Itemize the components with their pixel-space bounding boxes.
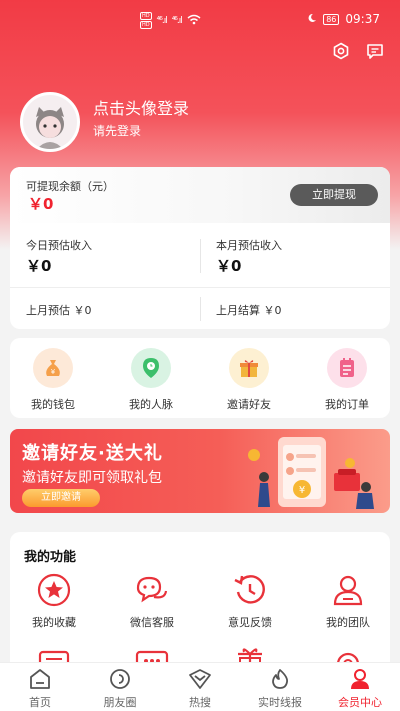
function-label: 我的团队 (326, 616, 370, 629)
tab-member-center[interactable]: 会员中心 (320, 667, 400, 710)
tab-label: 会员中心 (338, 696, 382, 709)
function-label: 意见反馈 (228, 616, 272, 629)
divider (200, 297, 201, 321)
divider (200, 239, 201, 273)
tab-label: 热搜 (189, 696, 211, 709)
hot-search-icon (187, 667, 213, 691)
shortcut-label: 我的钱包 (31, 398, 75, 411)
signal-icon: ⁴⁶.ıl (171, 15, 183, 26)
tab-live-news[interactable]: 实时线报 (240, 667, 320, 710)
status-bar: HD HD ⁴⁶.ıl ⁴⁶.ıl 86 09:37 (0, 0, 400, 36)
star-icon (36, 572, 72, 608)
tab-label: 首页 (29, 696, 51, 709)
home-icon (27, 667, 53, 691)
location-pin-icon (131, 348, 171, 388)
tab-hot-search[interactable]: 热搜 (160, 667, 240, 710)
money-bag-icon: ¥ (33, 348, 73, 388)
balance-card: 可提现余额（元） ￥0 立即提现 今日预估收入 ￥0 本月预估收入 ￥0 上月预… (10, 167, 390, 329)
shortcut-invite[interactable]: 邀请好友 (214, 348, 284, 412)
svg-text:¥: ¥ (299, 485, 305, 496)
live-news-icon (267, 667, 293, 691)
shortcut-wallet[interactable]: ¥ 我的钱包 (18, 348, 88, 412)
month-est-value: ￥0 (216, 257, 242, 275)
functions-card: 我的功能 我的收藏 微信客服 意见反馈 我的团队 (10, 532, 390, 672)
banner-illustration: ¥ (248, 437, 374, 509)
tab-moments[interactable]: 朋友圈 (80, 667, 160, 710)
moments-icon (107, 667, 133, 691)
settings-icon[interactable] (332, 42, 350, 60)
login-hint: 请先登录 (93, 124, 142, 138)
functions-title: 我的功能 (24, 550, 77, 565)
member-icon (347, 667, 373, 691)
function-favorites[interactable]: 我的收藏 (14, 572, 94, 630)
shortcut-contacts[interactable]: 我的人脉 (116, 348, 186, 412)
shortcut-orders[interactable]: 我的订单 (312, 348, 382, 412)
function-label: 微信客服 (130, 616, 174, 629)
today-est-value: ￥0 (26, 257, 52, 275)
tab-label: 朋友圈 (103, 696, 137, 709)
avatar[interactable] (20, 92, 80, 152)
month-est-label: 本月预估收入 (216, 239, 282, 252)
svg-text:¥: ¥ (51, 368, 56, 376)
invite-banner[interactable]: 邀请好友·送大礼 邀请好友即可领取礼包 立即邀请 ¥ (10, 429, 390, 513)
shortcut-label: 我的人脉 (129, 398, 173, 411)
battery-icon: 86 (323, 13, 340, 25)
last-month-settle: 上月结算 ￥0 (216, 304, 282, 317)
divider (10, 287, 390, 288)
function-wechat-service[interactable]: 微信客服 (112, 572, 192, 630)
hd-icon: HD HD (140, 12, 152, 29)
message-icon[interactable] (366, 42, 384, 60)
order-list-icon (327, 348, 367, 388)
function-label: 我的收藏 (32, 616, 76, 629)
today-est-label: 今日预估收入 (26, 239, 92, 252)
withdrawable-value: ￥0 (28, 195, 54, 213)
team-icon (330, 572, 366, 608)
clock-time: 09:37 (345, 12, 380, 26)
banner-subtitle: 邀请好友即可领取礼包 (22, 470, 162, 486)
shortcut-card: ¥ 我的钱包 我的人脉 邀请好友 我的订单 (10, 338, 390, 418)
login-prompt[interactable]: 点击头像登录 (93, 95, 189, 119)
invite-button[interactable]: 立即邀请 (22, 489, 100, 507)
chat-icon (134, 572, 170, 608)
last-month-est: 上月预估 ￥0 (26, 304, 92, 317)
moon-icon (307, 12, 317, 26)
function-feedback[interactable]: 意见反馈 (210, 572, 290, 630)
tab-label: 实时线报 (258, 696, 302, 709)
shortcut-label: 邀请好友 (227, 398, 271, 411)
withdraw-button[interactable]: 立即提现 (290, 184, 378, 206)
tab-bar: 首页 朋友圈 热搜 实时线报 会员中心 (0, 662, 400, 711)
signal-icon: ⁴⁶.ıl (156, 15, 168, 26)
shortcut-label: 我的订单 (325, 398, 369, 411)
banner-title: 邀请好友·送大礼 (22, 443, 163, 464)
function-team[interactable]: 我的团队 (308, 572, 388, 630)
withdrawable-label: 可提现余额（元） (26, 180, 114, 193)
tab-home[interactable]: 首页 (0, 667, 80, 710)
wifi-icon (187, 14, 201, 28)
feedback-icon (232, 572, 268, 608)
gift-icon (229, 348, 269, 388)
